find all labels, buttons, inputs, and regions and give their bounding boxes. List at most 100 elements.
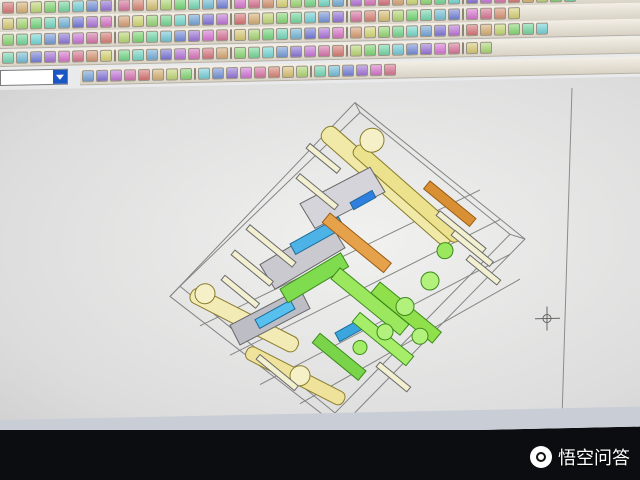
pan-icon[interactable] [332,10,344,24]
circle-icon[interactable] [2,17,14,30]
cut-icon[interactable] [480,7,492,20]
pan-icon[interactable] [370,63,382,77]
pan-icon[interactable] [202,13,214,26]
select-icon[interactable] [100,0,112,12]
arc-icon[interactable] [276,27,288,41]
select-icon[interactable] [216,13,228,26]
line-icon[interactable] [118,15,130,28]
line-icon[interactable] [132,0,144,12]
pan-icon[interactable] [72,16,84,29]
arc-icon[interactable] [198,67,210,80]
zoom-icon[interactable] [304,11,316,24]
pan-icon[interactable] [44,50,56,64]
cut-icon[interactable] [72,50,84,63]
rotate-icon[interactable] [30,51,42,64]
line-icon[interactable] [480,41,492,54]
line-icon[interactable] [262,0,274,9]
arc-icon[interactable] [174,0,186,11]
rectangle-icon[interactable] [522,22,534,36]
circle-icon[interactable] [406,0,418,6]
view-select[interactable] [0,68,68,86]
zoom-icon[interactable] [318,0,330,8]
dimension-icon[interactable] [234,12,246,26]
zoom-icon[interactable] [174,14,186,27]
select-icon[interactable] [318,45,330,58]
rectangle-icon[interactable] [146,14,158,27]
cut-icon[interactable] [268,66,280,79]
cut-icon[interactable] [494,0,506,4]
cut-icon[interactable] [332,44,344,58]
dimension-icon[interactable] [480,23,492,36]
pan-icon[interactable] [448,24,460,37]
dimension-icon[interactable] [466,41,478,55]
select-icon[interactable] [332,26,344,40]
rotate-icon[interactable] [160,48,172,61]
rectangle-icon[interactable] [314,65,326,78]
circle-icon[interactable] [392,9,404,22]
zoom-icon[interactable] [276,45,288,59]
dimension-icon[interactable] [508,0,520,4]
dimension-icon[interactable] [364,10,376,23]
pan-icon[interactable] [216,0,228,10]
arc-icon[interactable] [392,43,404,56]
dimension-icon[interactable] [494,7,506,20]
chevron-down-icon[interactable] [53,69,67,84]
line-icon[interactable] [166,68,178,81]
circle-icon[interactable] [132,14,144,28]
select-icon[interactable] [202,29,214,42]
zoom-icon[interactable] [30,33,42,46]
dimension-icon[interactable] [100,31,112,44]
pan-icon[interactable] [304,45,316,58]
arc-icon[interactable] [262,46,274,59]
rotate-icon[interactable] [448,8,460,21]
zoom-icon[interactable] [58,0,70,13]
circle-icon[interactable] [146,0,158,11]
rectangle-icon[interactable] [160,0,172,11]
rectangle-icon[interactable] [420,0,432,6]
line-icon[interactable] [494,23,506,36]
circle-icon[interactable] [248,28,260,41]
zoom-icon[interactable] [448,0,460,5]
rectangle-icon[interactable] [132,30,144,44]
select-icon[interactable] [58,50,70,63]
select-icon[interactable] [72,32,84,45]
pan-icon[interactable] [434,42,446,55]
dimension-icon[interactable] [282,65,294,79]
rotate-icon[interactable] [72,0,84,13]
line-icon[interactable] [2,1,14,14]
cut-icon[interactable] [202,47,214,60]
rectangle-icon[interactable] [378,43,390,57]
cut-icon[interactable] [234,0,246,10]
arc-icon[interactable] [30,17,42,30]
rotate-icon[interactable] [202,0,214,10]
line-icon[interactable] [522,0,534,4]
zoom-icon[interactable] [420,24,432,38]
circle-icon[interactable] [536,0,548,3]
line-icon[interactable] [234,28,246,42]
zoom-icon[interactable] [146,48,158,61]
dimension-icon[interactable] [350,26,362,39]
circle-icon[interactable] [234,46,246,60]
circle-icon[interactable] [364,44,376,57]
zoom-icon[interactable] [406,43,418,56]
dimension-icon[interactable] [152,68,164,81]
rotate-icon[interactable] [188,13,200,27]
arc-icon[interactable] [536,22,548,35]
cut-icon[interactable] [364,0,376,7]
rotate-icon[interactable] [304,27,316,40]
rotate-icon[interactable] [44,32,56,46]
rotate-icon[interactable] [420,42,432,56]
dimension-icon[interactable] [248,0,260,9]
arc-icon[interactable] [44,0,56,14]
arc-icon[interactable] [406,25,418,38]
select-icon[interactable] [124,69,136,82]
arc-icon[interactable] [328,64,340,78]
dimension-icon[interactable] [378,0,390,7]
zoom-icon[interactable] [16,51,28,64]
pan-icon[interactable] [86,0,98,13]
pan-icon[interactable] [466,0,478,5]
rectangle-icon[interactable] [276,11,288,25]
arc-icon[interactable] [304,0,316,8]
cut-icon[interactable] [138,68,150,82]
arc-icon[interactable] [420,8,432,22]
